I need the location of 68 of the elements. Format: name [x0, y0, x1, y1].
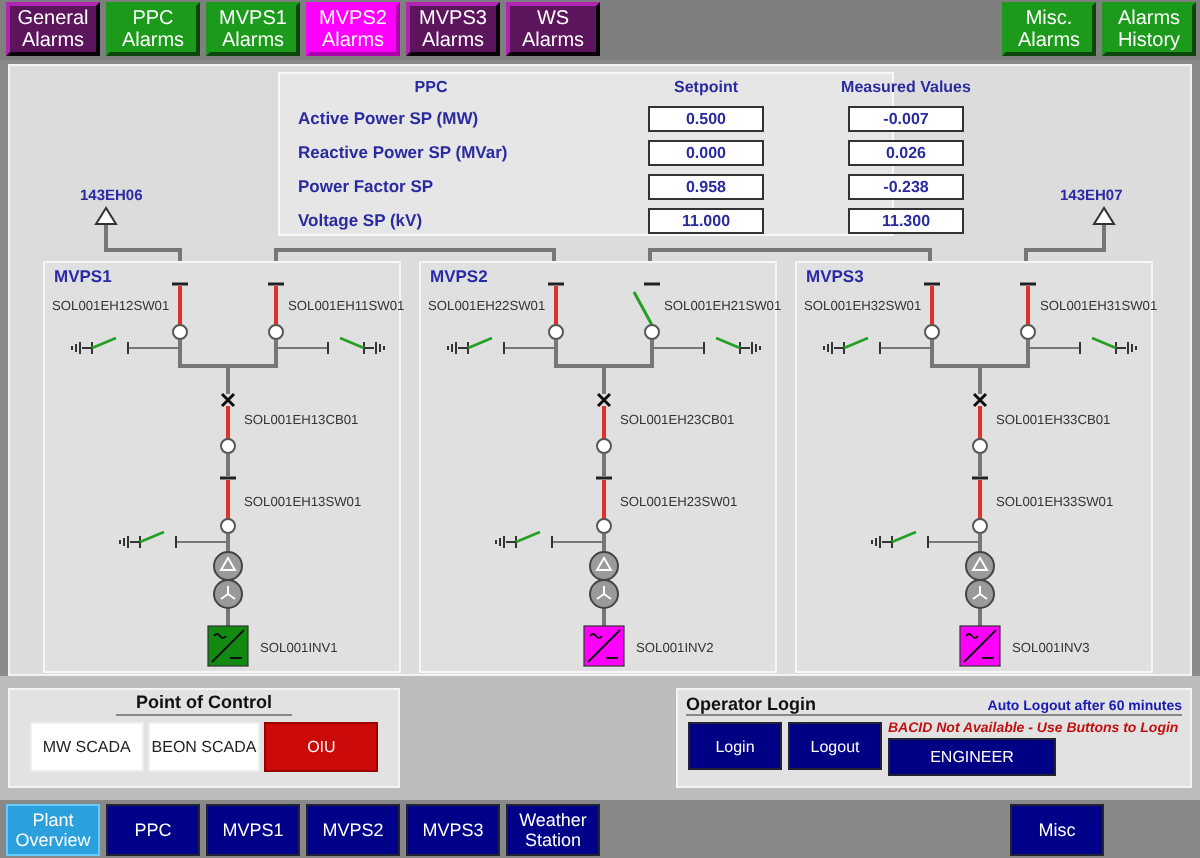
screen-tab[interactable]: MVPS1	[206, 803, 300, 855]
earth-switch-icon[interactable]	[871, 530, 981, 549]
alarm-tab[interactable]: MVPS1 Alarms	[206, 2, 300, 56]
setpoint-field[interactable]: 0.958	[648, 174, 764, 200]
alarm-tab[interactable]: MVPS3 Alarms	[406, 2, 500, 56]
measured-value: -0.007	[848, 106, 964, 132]
measured-value: 11.300	[848, 208, 964, 234]
setpoint-field[interactable]: 11.000	[648, 208, 764, 234]
alarm-tab[interactable]: PPC Alarms	[106, 2, 200, 56]
disconnector-icon[interactable]	[220, 476, 236, 534]
transformer-icon	[213, 551, 243, 609]
screen-tab[interactable]: MVPS2	[306, 803, 400, 855]
setpoint-field[interactable]: 0.000	[648, 140, 764, 166]
setpoint-label: Active Power SP (MW)	[298, 108, 481, 130]
feeder-arrow-icon	[94, 206, 118, 225]
station-title: MVPS2	[430, 266, 488, 286]
user-field[interactable]: ENGINEER	[888, 738, 1056, 776]
earth-switch-icon[interactable]	[447, 336, 557, 355]
station-title: MVPS1	[54, 266, 112, 286]
breaker-icon[interactable]	[220, 392, 236, 454]
column-header: Setpoint	[672, 78, 740, 98]
transformer-icon	[589, 551, 619, 609]
login-button[interactable]: Logout	[788, 722, 882, 770]
inverter-icon[interactable]	[959, 625, 1001, 667]
login-button[interactable]: Login	[688, 722, 782, 770]
earth-switch-icon[interactable]	[823, 336, 933, 355]
setpoint-label: Voltage SP (kV)	[298, 210, 425, 232]
measured-value: 0.026	[848, 140, 964, 166]
feeder-arrow-icon	[1092, 206, 1116, 225]
inverter-icon[interactable]	[207, 625, 249, 667]
alarm-tab[interactable]: Misc. Alarms	[1002, 2, 1096, 56]
inverter-icon[interactable]	[583, 625, 625, 667]
breaker-icon[interactable]	[972, 392, 988, 454]
station-title: MVPS3	[806, 266, 864, 286]
panel-title: Operator Login	[686, 694, 816, 714]
setpoint-label: Reactive Power SP (MVar)	[298, 142, 510, 164]
breaker-icon[interactable]	[596, 392, 612, 454]
earth-switch-icon[interactable]	[119, 530, 229, 549]
screen-tab[interactable]: Weather Station	[506, 803, 600, 855]
transformer-icon	[965, 551, 995, 609]
earth-switch-icon[interactable]	[495, 530, 605, 549]
disconnector-icon[interactable]	[172, 282, 188, 340]
disconnector-icon[interactable]	[1020, 282, 1036, 340]
control-option[interactable]: BEON SCADA	[147, 722, 261, 772]
screen-tab[interactable]: Misc	[1010, 803, 1104, 855]
earth-switch-icon[interactable]	[71, 336, 181, 355]
ppc-title: PPC	[412, 78, 450, 98]
setpoint-field[interactable]: 0.500	[648, 106, 764, 132]
disconnector-icon[interactable]	[596, 476, 612, 534]
setpoint-label: Power Factor SP	[298, 176, 436, 198]
disconnector-icon[interactable]	[972, 476, 988, 534]
earth-switch-icon[interactable]	[651, 336, 761, 355]
screen-tab[interactable]: MVPS3	[406, 803, 500, 855]
panel-title: Point of Control	[116, 690, 292, 716]
alarm-tab[interactable]: General Alarms	[6, 2, 100, 56]
control-option[interactable]: OIU	[264, 722, 379, 772]
control-option[interactable]: MW SCADA	[30, 722, 144, 772]
disconnector-icon[interactable]	[632, 282, 660, 340]
disconnector-icon[interactable]	[268, 282, 284, 340]
alarm-tab[interactable]: WS Alarms	[506, 2, 600, 56]
measured-value: -0.238	[848, 174, 964, 200]
disconnector-icon[interactable]	[548, 282, 564, 340]
alarm-tab[interactable]: Alarms History	[1102, 2, 1196, 56]
screen-tab[interactable]: PPC	[106, 803, 200, 855]
column-header: Measured Values	[839, 78, 973, 98]
earth-switch-icon[interactable]	[1027, 336, 1137, 355]
disconnector-icon[interactable]	[924, 282, 940, 340]
earth-switch-icon[interactable]	[275, 336, 385, 355]
